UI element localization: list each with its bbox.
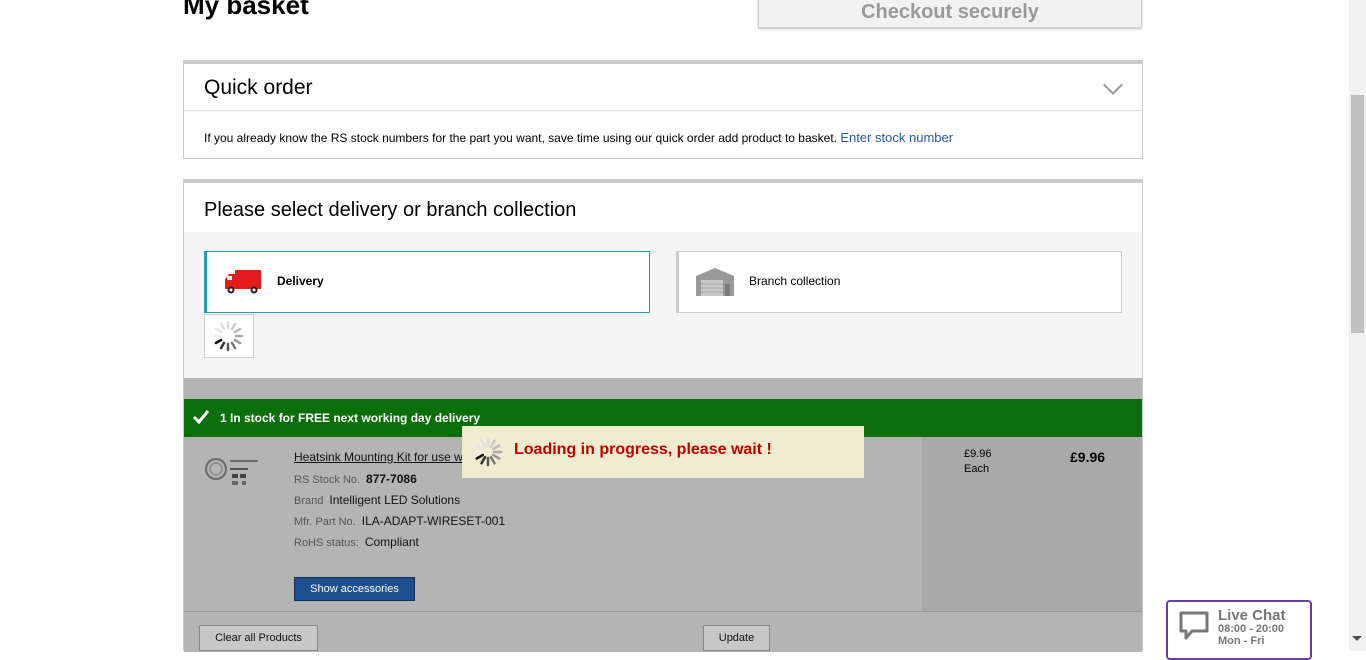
stock-number-value: 877-7086: [366, 472, 417, 486]
chevron-down-icon[interactable]: [1103, 75, 1123, 95]
delivery-title: Please select delivery or branch collect…: [204, 199, 577, 221]
live-chat-hours: 08:00 - 20:00: [1218, 623, 1285, 635]
brand-value: Intelligent LED Solutions: [329, 493, 461, 507]
chat-bubble-icon: [1179, 611, 1209, 640]
delivery-option[interactable]: Delivery: [204, 251, 650, 313]
total-price: £9.96: [1070, 449, 1106, 465]
loading-spinner-small: [204, 314, 254, 358]
truck-icon: [225, 270, 261, 294]
brand: Brand Intelligent LED Solutions: [294, 493, 460, 507]
show-accessories-button[interactable]: Show accessories: [294, 577, 415, 601]
stock-banner-text: 1 In stock for FREE next working day del…: [220, 411, 481, 425]
quick-order-header[interactable]: Quick order: [184, 64, 1142, 111]
rohs-status: RoHS status: Compliant: [294, 535, 419, 549]
mfr-part-value: ILA-ADAPT-WIRESET-001: [361, 514, 506, 528]
loading-text: Loading in progress, please wait !: [514, 441, 772, 458]
spinner-icon: [473, 437, 503, 467]
branch-collection-option[interactable]: Branch collection: [676, 251, 1122, 313]
rohs-value: Compliant: [364, 535, 419, 549]
stock-number: RS Stock No. 877-7086: [294, 472, 417, 486]
checkout-securely-button[interactable]: Checkout securely: [758, 0, 1142, 28]
live-chat-title: Live Chat: [1218, 607, 1286, 624]
delivery-panel: Please select delivery or branch collect…: [183, 179, 1143, 652]
mfr-part-label: Mfr. Part No.: [294, 516, 356, 528]
spinner-icon: [212, 320, 244, 352]
loading-message: Loading in progress, please wait !: [462, 426, 864, 478]
delivery-option-label: Delivery: [277, 274, 324, 288]
rohs-label: RoHS status:: [294, 537, 359, 549]
basket-footer: Clear all Products Update: [184, 611, 1142, 652]
live-chat-widget[interactable]: Live Chat 08:00 - 20:00 Mon - Fri: [1166, 600, 1312, 660]
clear-all-products-button[interactable]: Clear all Products: [199, 625, 318, 651]
quick-order-panel: Quick order If you already know the RS s…: [183, 60, 1143, 159]
stock-number-label: RS Stock No.: [294, 474, 361, 486]
quick-order-title: Quick order: [204, 76, 313, 99]
brand-label: Brand: [294, 495, 324, 507]
page-title: My basket: [183, 0, 309, 20]
delivery-options: Delivery Branch collection: [184, 232, 1142, 378]
product-name-link[interactable]: Heatsink Mounting Kit for use w: [294, 450, 463, 464]
mfr-part-number: Mfr. Part No. ILA-ADAPT-WIRESET-001: [294, 514, 505, 528]
product-thumbnail[interactable]: [202, 447, 262, 493]
warehouse-icon: [696, 268, 734, 296]
unit-label: Each: [964, 463, 990, 475]
update-button[interactable]: Update: [703, 625, 770, 651]
checkmark-icon: [192, 410, 210, 425]
basket-items-section: 1 In stock for FREE next working day del…: [184, 378, 1142, 652]
enter-stock-number-link[interactable]: Enter stock number: [840, 130, 953, 145]
quick-order-description: If you already know the RS stock numbers…: [204, 130, 953, 145]
branch-collection-label: Branch collection: [749, 274, 841, 288]
live-chat-days: Mon - Fri: [1218, 635, 1265, 647]
unit-price: £9.96: [964, 448, 992, 460]
quick-order-text: If you already know the RS stock numbers…: [204, 131, 837, 145]
scroll-down-arrow-icon[interactable]: [1352, 636, 1362, 641]
price-column: [922, 437, 1142, 611]
scrollbar-thumb[interactable]: [1351, 95, 1364, 333]
